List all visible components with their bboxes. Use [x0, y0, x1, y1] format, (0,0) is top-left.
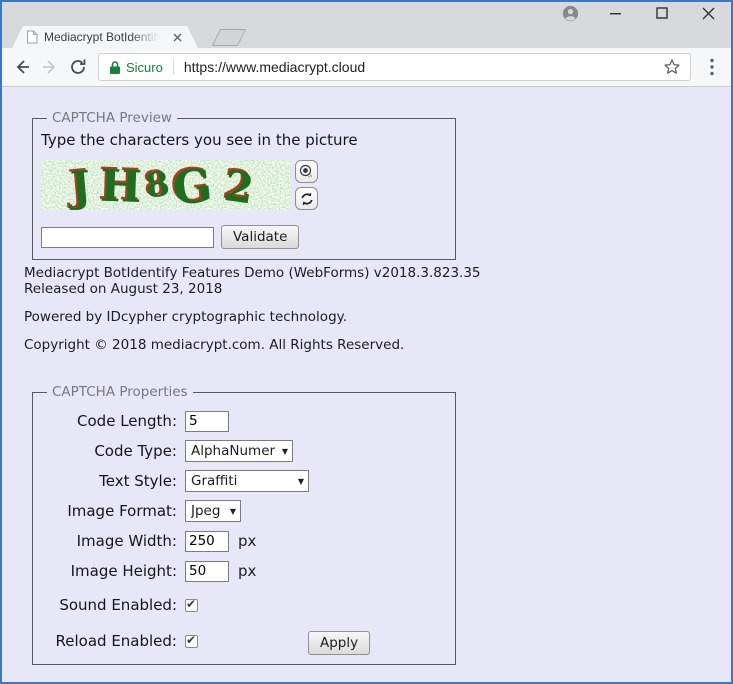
- reload-icon: [71, 59, 86, 74]
- maximize-button[interactable]: [639, 2, 685, 24]
- forward-arrow-icon: [43, 60, 56, 74]
- forward-button[interactable]: [36, 53, 64, 81]
- tab-close-icon[interactable]: [170, 30, 184, 44]
- page-content: CAPTCHA Preview Type the characters you …: [2, 87, 731, 682]
- close-button[interactable]: [685, 2, 731, 24]
- url-text[interactable]: https://www.mediacrypt.cloud: [184, 59, 660, 75]
- sound-enabled-checkbox[interactable]: [185, 597, 198, 612]
- captcha-preview-fieldset: CAPTCHA Preview Type the characters you …: [32, 110, 456, 260]
- code-length-row: Code Length:: [41, 410, 447, 432]
- secure-lock-icon: [110, 60, 120, 74]
- code-type-select[interactable]: AlphaNumeric ▼: [185, 440, 293, 462]
- new-tab-button[interactable]: [211, 29, 247, 46]
- chevron-down-icon: ▼: [297, 476, 304, 486]
- release-line: Released on August 23, 2018: [24, 281, 223, 297]
- minimize-button[interactable]: [593, 2, 639, 24]
- captcha-properties-legend: CAPTCHA Properties: [52, 384, 188, 400]
- title-bar: [2, 2, 731, 24]
- image-height-unit: px: [238, 562, 257, 580]
- profile-icon[interactable]: [547, 2, 593, 24]
- image-width-row: Image Width: px: [41, 530, 447, 552]
- tab-title: Mediacrypt BotIdentify Fe: [44, 30, 163, 44]
- image-format-value: Jpeg: [191, 503, 221, 519]
- close-icon: [702, 7, 714, 19]
- info-block: Mediacrypt BotIdentify Features Demo (We…: [24, 265, 481, 353]
- reload-button[interactable]: [64, 53, 92, 81]
- speaker-icon: [299, 164, 313, 178]
- code-type-label: Code Type:: [94, 442, 177, 460]
- tab-close-x-icon: [173, 33, 182, 42]
- text-style-row: Text Style: Graffiti ▼: [41, 470, 447, 492]
- captcha-properties-fieldset: CAPTCHA Properties Code Length: Code Typ…: [32, 384, 456, 665]
- version-line: Mediacrypt BotIdentify Features Demo (We…: [24, 265, 481, 281]
- browser-tab[interactable]: Mediacrypt BotIdentify Fe: [12, 26, 198, 48]
- bookmark-star-icon[interactable]: [660, 55, 684, 79]
- browser-window: Mediacrypt BotIdentify Fe: [0, 0, 733, 684]
- powered-line: Powered by IDcypher cryptographic techno…: [24, 309, 347, 325]
- page-favicon-icon: [26, 30, 38, 44]
- maximize-icon: [656, 7, 668, 19]
- text-style-value: Graffiti: [191, 473, 238, 489]
- image-format-label: Image Format:: [67, 502, 177, 520]
- svg-text:H: H: [99, 161, 142, 210]
- code-type-value: AlphaNumeric: [191, 443, 276, 459]
- chevron-down-icon: ▼: [229, 506, 236, 516]
- captcha-sound-button[interactable]: [295, 160, 318, 183]
- star-outline-icon: [664, 59, 680, 74]
- apply-button[interactable]: Apply: [308, 631, 371, 655]
- sound-enabled-label: Sound Enabled:: [59, 596, 177, 614]
- back-arrow-icon: [16, 60, 29, 74]
- captcha-instruction: Type the characters you see in the pictu…: [41, 131, 358, 149]
- image-height-input[interactable]: [185, 560, 229, 582]
- navigation-toolbar: Sicuro https://www.mediacrypt.cloud: [2, 48, 731, 87]
- secure-label: Sicuro: [126, 59, 163, 75]
- text-style-label: Text Style:: [99, 472, 177, 490]
- code-length-label: Code Length:: [77, 412, 177, 430]
- captcha-preview-legend: CAPTCHA Preview: [52, 110, 172, 126]
- svg-text:G: G: [170, 160, 215, 210]
- captcha-image: J H 8 G 2 J H 8 G 2: [41, 160, 291, 210]
- tab-strip: Mediacrypt BotIdentify Fe: [2, 24, 731, 48]
- chevron-down-icon: ▼: [281, 446, 288, 456]
- text-style-select[interactable]: Graffiti ▼: [185, 470, 309, 492]
- image-format-row: Image Format: Jpeg ▼: [41, 500, 447, 522]
- url-divider: [172, 59, 174, 75]
- svg-text:2: 2: [221, 161, 257, 210]
- reload-enabled-checkbox[interactable]: [185, 633, 198, 648]
- reload-enabled-row: Reload Enabled:: [41, 630, 447, 652]
- image-format-select[interactable]: Jpeg ▼: [185, 500, 241, 522]
- three-dots-icon: [710, 58, 714, 76]
- image-height-row: Image Height: px: [41, 560, 447, 582]
- sound-enabled-row: Sound Enabled:: [41, 594, 447, 616]
- address-bar[interactable]: Sicuro https://www.mediacrypt.cloud: [98, 53, 691, 81]
- image-height-label: Image Height:: [70, 562, 177, 580]
- minimize-icon: [610, 13, 621, 15]
- copyright-line: Copyright © 2018 mediacrypt.com. All Rig…: [24, 337, 405, 353]
- image-width-unit: px: [238, 532, 257, 550]
- captcha-reload-button[interactable]: [295, 187, 318, 210]
- image-width-label: Image Width:: [76, 532, 177, 550]
- captcha-answer-input[interactable]: [41, 226, 214, 248]
- reload-enabled-label: Reload Enabled:: [55, 632, 177, 650]
- back-button[interactable]: [8, 53, 36, 81]
- image-width-input[interactable]: [185, 530, 229, 552]
- profile-icon-glyph: [562, 5, 578, 21]
- code-type-row: Code Type: AlphaNumeric ▼: [41, 440, 447, 462]
- code-length-input[interactable]: [185, 410, 229, 432]
- browser-menu-button[interactable]: [699, 53, 725, 81]
- refresh-icon: [300, 192, 313, 205]
- validate-button[interactable]: Validate: [221, 225, 300, 249]
